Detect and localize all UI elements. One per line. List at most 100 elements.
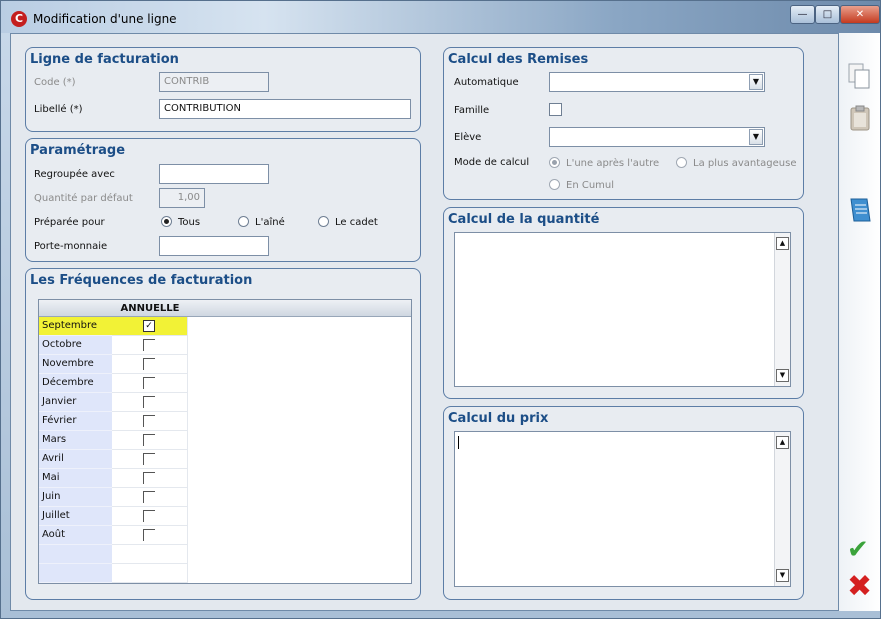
annuelle-cell[interactable] bbox=[112, 545, 188, 564]
month-checkbox[interactable] bbox=[143, 339, 155, 351]
table-row[interactable] bbox=[39, 564, 411, 583]
radio-aine[interactable] bbox=[238, 216, 249, 227]
annuelle-cell[interactable] bbox=[112, 526, 188, 545]
table-row[interactable]: Mai bbox=[39, 469, 411, 488]
radio-cadet[interactable] bbox=[318, 216, 329, 227]
prix-scrollbar[interactable]: ▲ ▼ bbox=[774, 432, 790, 586]
annuelle-cell[interactable] bbox=[112, 469, 188, 488]
annuelle-cell[interactable] bbox=[112, 488, 188, 507]
parametrage-panel: Paramétrage Regroupée avec Quantité par … bbox=[25, 138, 421, 262]
frequences-grid[interactable]: ANNUELLE Septembre ✓ Octobre Novembre Décemb… bbox=[38, 299, 412, 584]
cancel-icon[interactable]: ✖ bbox=[847, 569, 872, 604]
window-title: Modification d'une ligne bbox=[33, 12, 177, 26]
month-checkbox[interactable] bbox=[143, 377, 155, 389]
month-cell[interactable]: Octobre bbox=[39, 336, 112, 355]
title-bar[interactable]: C Modification d'une ligne — □ ✕ bbox=[1, 1, 880, 33]
parametrage-title: Paramétrage bbox=[30, 143, 126, 158]
month-cell[interactable]: Novembre bbox=[39, 355, 112, 374]
prix-formula-editor[interactable]: ▲ ▼ bbox=[454, 431, 791, 587]
libelle-field[interactable]: CONTRIBUTION bbox=[159, 99, 411, 119]
minimize-button[interactable]: — bbox=[790, 5, 815, 24]
table-row[interactable]: Novembre bbox=[39, 355, 411, 374]
month-cell[interactable]: Janvier bbox=[39, 393, 112, 412]
month-cell[interactable]: Février bbox=[39, 412, 112, 431]
month-cell[interactable]: Décembre bbox=[39, 374, 112, 393]
month-checkbox[interactable]: ✓ bbox=[143, 320, 155, 332]
annuelle-column-header[interactable]: ANNUELLE bbox=[112, 303, 188, 314]
month-checkbox[interactable] bbox=[143, 396, 155, 408]
quantite-scrollbar[interactable]: ▲ ▼ bbox=[774, 233, 790, 386]
annuelle-cell[interactable]: ✓ bbox=[112, 317, 188, 336]
annuelle-cell[interactable] bbox=[112, 393, 188, 412]
month-checkbox[interactable] bbox=[143, 415, 155, 427]
radio-cadet-label: Le cadet bbox=[335, 217, 378, 228]
close-button[interactable]: ✕ bbox=[840, 5, 880, 24]
table-row[interactable]: Décembre bbox=[39, 374, 411, 393]
scroll-up-button[interactable]: ▲ bbox=[776, 436, 789, 449]
radio-une-apres-autre-label: L'une après l'autre bbox=[566, 158, 660, 169]
annuelle-cell[interactable] bbox=[112, 412, 188, 431]
automatique-select[interactable]: ▼ bbox=[549, 72, 765, 92]
month-cell[interactable]: Mai bbox=[39, 469, 112, 488]
month-checkbox[interactable] bbox=[143, 491, 155, 503]
month-cell[interactable]: Juillet bbox=[39, 507, 112, 526]
month-cell[interactable]: Septembre bbox=[39, 317, 112, 336]
annuelle-cell[interactable] bbox=[112, 374, 188, 393]
month-checkbox[interactable] bbox=[143, 510, 155, 522]
porte-monnaie-label: Porte-monnaie bbox=[34, 241, 108, 252]
eleve-select[interactable]: ▼ bbox=[549, 127, 765, 147]
copy-icon[interactable] bbox=[845, 61, 875, 91]
annuelle-cell[interactable] bbox=[112, 336, 188, 355]
regroupee-field[interactable] bbox=[159, 164, 269, 184]
app-icon: C bbox=[11, 11, 27, 27]
month-checkbox[interactable] bbox=[143, 358, 155, 370]
table-row[interactable]: Octobre bbox=[39, 336, 411, 355]
table-row[interactable] bbox=[39, 545, 411, 564]
chevron-down-icon[interactable]: ▼ bbox=[749, 129, 763, 145]
mode-calcul-label: Mode de calcul bbox=[454, 157, 530, 168]
radio-tous[interactable] bbox=[161, 216, 172, 227]
table-row[interactable]: Février bbox=[39, 412, 411, 431]
table-row[interactable]: Septembre ✓ bbox=[39, 317, 411, 336]
radio-une-apres-autre[interactable] bbox=[549, 157, 560, 168]
paste-icon[interactable] bbox=[845, 103, 875, 133]
code-label: Code (*) bbox=[34, 77, 76, 88]
table-row[interactable]: Mars bbox=[39, 431, 411, 450]
chevron-down-icon[interactable]: ▼ bbox=[749, 74, 763, 90]
month-cell[interactable]: Août bbox=[39, 526, 112, 545]
month-cell[interactable] bbox=[39, 545, 112, 564]
notes-icon[interactable] bbox=[845, 195, 875, 225]
table-row[interactable]: Avril bbox=[39, 450, 411, 469]
maximize-button[interactable]: □ bbox=[815, 5, 840, 24]
annuelle-cell[interactable] bbox=[112, 431, 188, 450]
radio-plus-avantageuse[interactable] bbox=[676, 157, 687, 168]
table-row[interactable]: Juillet bbox=[39, 507, 411, 526]
radio-en-cumul[interactable] bbox=[549, 179, 560, 190]
annuelle-cell[interactable] bbox=[112, 564, 188, 583]
month-cell[interactable] bbox=[39, 564, 112, 583]
ok-icon[interactable]: ✔ bbox=[847, 535, 869, 565]
porte-monnaie-field[interactable] bbox=[159, 236, 269, 256]
famille-label: Famille bbox=[454, 105, 490, 116]
month-checkbox[interactable] bbox=[143, 453, 155, 465]
month-checkbox[interactable] bbox=[143, 472, 155, 484]
scroll-down-button[interactable]: ▼ bbox=[776, 569, 789, 582]
month-cell[interactable]: Juin bbox=[39, 488, 112, 507]
month-checkbox[interactable] bbox=[143, 434, 155, 446]
table-row[interactable]: Août bbox=[39, 526, 411, 545]
annuelle-cell[interactable] bbox=[112, 355, 188, 374]
scroll-up-button[interactable]: ▲ bbox=[776, 237, 789, 250]
eleve-label: Elève bbox=[454, 132, 482, 143]
scroll-down-button[interactable]: ▼ bbox=[776, 369, 789, 382]
month-cell[interactable]: Avril bbox=[39, 450, 112, 469]
table-row[interactable]: Juin bbox=[39, 488, 411, 507]
quantite-formula-editor[interactable]: ▲ ▼ bbox=[454, 232, 791, 387]
quantite-panel: Calcul de la quantité ▲ ▼ bbox=[443, 207, 804, 399]
table-row[interactable]: Janvier bbox=[39, 393, 411, 412]
month-checkbox[interactable] bbox=[143, 529, 155, 541]
famille-checkbox[interactable] bbox=[549, 103, 562, 116]
month-cell[interactable]: Mars bbox=[39, 431, 112, 450]
annuelle-cell[interactable] bbox=[112, 507, 188, 526]
annuelle-cell[interactable] bbox=[112, 450, 188, 469]
text-cursor bbox=[458, 436, 459, 449]
